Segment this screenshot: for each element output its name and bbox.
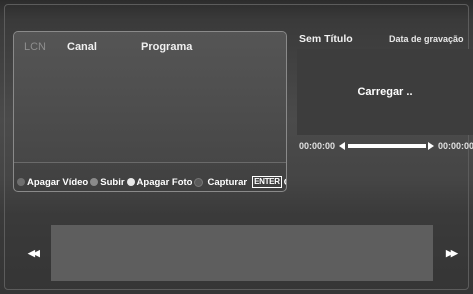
capture-action[interactable]: Capturar [194,177,247,188]
loading-status: Carregar .. [357,86,413,98]
color-key-icon [90,178,99,186]
recording-list-panel: LCN Canal Programa Apagar Vídeo Subir Ap… [13,31,287,192]
ok-label: OK [284,177,286,188]
rewind-icon[interactable] [339,142,346,150]
playback-progress: 00:00:00 00:00:00 [299,141,473,151]
column-header-programa: Programa [141,41,193,53]
recording-list[interactable]: LCN Canal Programa [14,32,286,163]
column-header-canal: Canal [67,41,97,53]
capture-label: Capturar [207,176,248,188]
color-key-icon [17,178,25,186]
forward-icon[interactable] [428,142,435,150]
delete-photo-label: Apagar Foto [136,176,193,188]
delete-photo-action[interactable]: Apagar Foto [126,176,193,188]
column-header-lcn: LCN [24,41,47,53]
delete-video-label: Apagar Vídeo [27,176,89,188]
enter-ok-action[interactable]: ENTER OK [252,176,286,188]
time-end: 00:00:00 [438,141,473,151]
delete-video-action[interactable]: Apagar Vídeo [17,177,88,188]
thumbnail-strip[interactable] [51,225,433,281]
recording-date-label: Data de gravação [389,34,464,44]
color-key-icon [126,178,135,186]
recording-title: Sem Título [299,33,353,45]
time-start: 00:00:00 [299,141,336,151]
skip-back-icon[interactable]: ◀◀ [28,248,40,259]
enter-key-icon: ENTER [252,176,282,188]
video-preview: Carregar .. [297,49,473,135]
action-bar: Apagar Vídeo Subir Apagar Foto Capturar … [17,175,286,189]
progress-bar[interactable] [348,144,427,148]
upload-label: Subir [100,176,125,188]
upload-action[interactable]: Subir [90,176,125,188]
skip-forward-icon[interactable]: ▶▶ [446,248,458,259]
color-key-icon [194,177,204,187]
